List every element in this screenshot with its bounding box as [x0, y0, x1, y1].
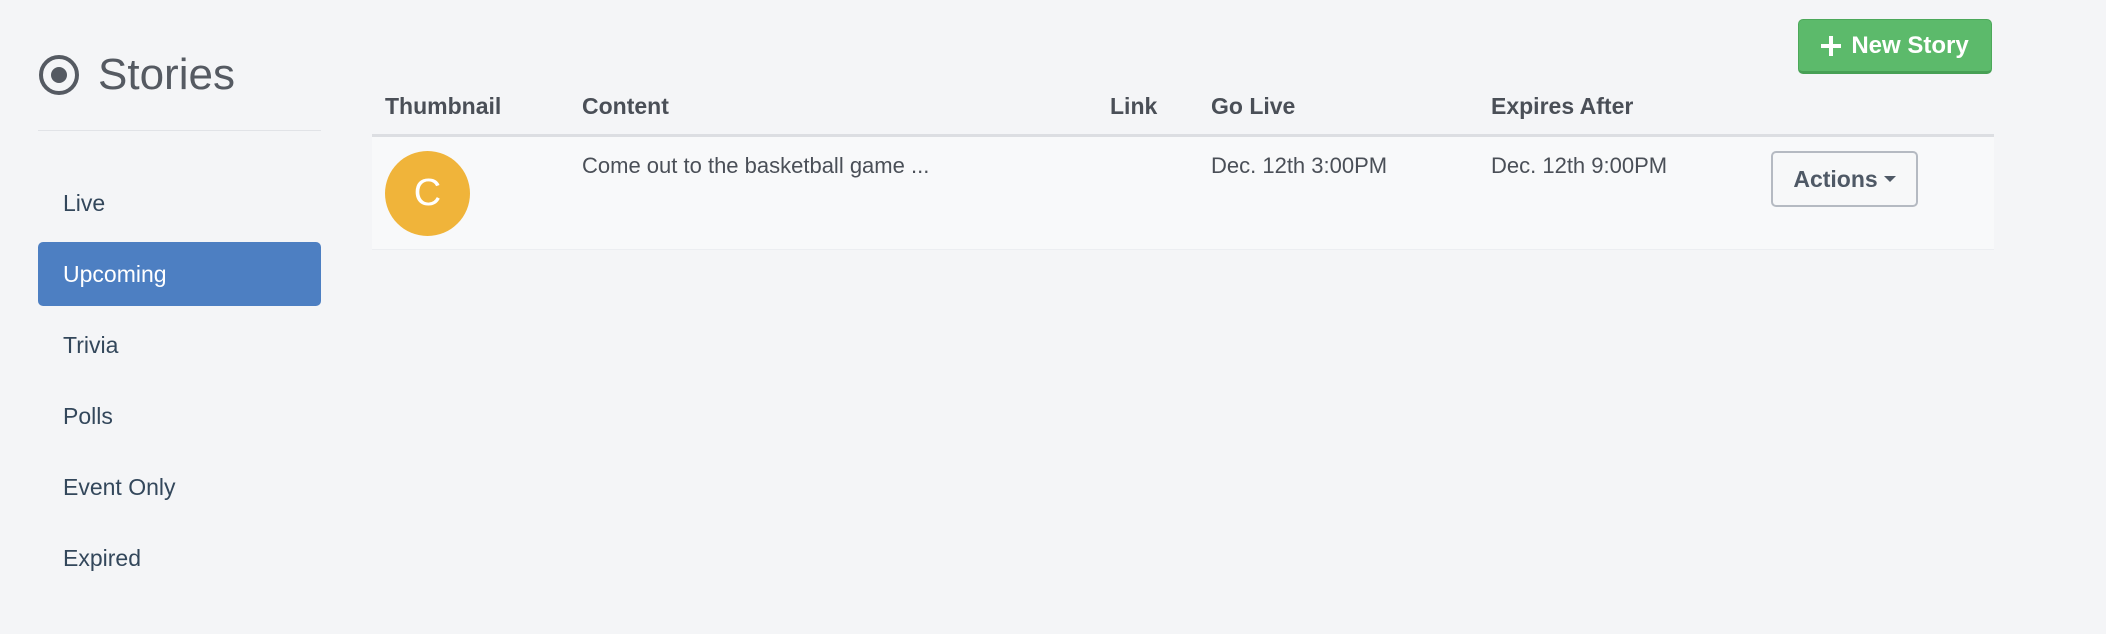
column-header-content: Content	[582, 93, 669, 119]
sidebar-item-polls[interactable]: Polls	[38, 384, 321, 448]
actions-dropdown-button[interactable]: Actions	[1771, 151, 1918, 207]
sidebar: Stories Live Upcoming Trivia Polls Event…	[38, 44, 321, 597]
new-story-button[interactable]: New Story	[1798, 19, 1992, 74]
sidebar-nav: Live Upcoming Trivia Polls Event Only Ex…	[38, 171, 321, 590]
stories-table: Thumbnail Content Link Go Live Expires A…	[372, 84, 1994, 250]
sidebar-item-event-only[interactable]: Event Only	[38, 455, 321, 519]
thumbnail-letter: C	[413, 172, 442, 214]
sidebar-item-upcoming[interactable]: Upcoming	[38, 242, 321, 306]
story-expires-after: Dec. 12th 9:00PM	[1491, 153, 1668, 178]
new-story-label: New Story	[1851, 31, 1969, 59]
story-content: Come out to the basketball game ...	[582, 153, 930, 178]
table-row: C Come out to the basketball game ... De…	[372, 137, 1994, 250]
column-header-link: Link	[1110, 93, 1158, 119]
plus-icon	[1821, 35, 1842, 56]
sidebar-item-trivia[interactable]: Trivia	[38, 313, 321, 377]
column-header-thumbnail: Thumbnail	[385, 93, 502, 119]
sidebar-item-live[interactable]: Live	[38, 171, 321, 235]
sidebar-header: Stories	[38, 44, 321, 131]
page-title: Stories	[98, 50, 235, 99]
column-header-expires-after: Expires After	[1491, 93, 1634, 119]
story-thumbnail: C	[385, 151, 470, 236]
caret-down-icon	[1883, 176, 1896, 182]
sidebar-item-expired[interactable]: Expired	[38, 526, 321, 590]
column-header-go-live: Go Live	[1211, 93, 1296, 119]
table-header: Thumbnail Content Link Go Live Expires A…	[372, 84, 1994, 137]
actions-label: Actions	[1793, 165, 1878, 192]
story-go-live: Dec. 12th 3:00PM	[1211, 153, 1388, 178]
radio-target-icon	[39, 55, 79, 95]
